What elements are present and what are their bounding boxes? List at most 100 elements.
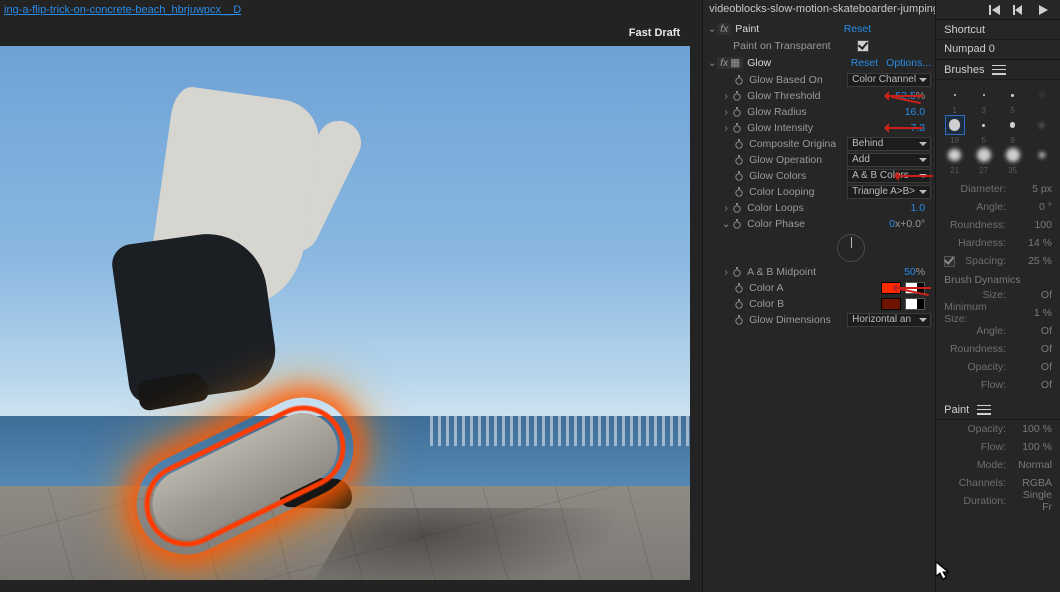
stopwatch-icon[interactable] — [733, 170, 745, 182]
ab-midpoint-value[interactable]: 50% — [904, 266, 931, 278]
brushes-header[interactable]: Brushes — [936, 60, 1060, 80]
prev-frame-button[interactable] — [1012, 3, 1026, 17]
twirl-right-icon[interactable]: › — [721, 202, 731, 214]
color-phase-value[interactable]: 0x+0.0° — [889, 218, 931, 230]
brush-preset[interactable] — [975, 86, 993, 104]
prop-label: Composite Origina — [749, 138, 836, 150]
fx-enable-badge[interactable]: fx▦ — [717, 57, 743, 69]
prop-label: Glow Threshold — [747, 90, 820, 102]
color-looping-select[interactable]: Triangle A>B> — [847, 185, 931, 199]
twirl-down-icon[interactable]: ⌄ — [707, 57, 717, 69]
color-loops-value[interactable]: 1.0 — [911, 202, 932, 214]
stopwatch-icon[interactable] — [733, 282, 745, 294]
stopwatch-icon[interactable] — [733, 74, 745, 86]
eyedropper-icon[interactable] — [905, 298, 925, 310]
glow-operation-select[interactable]: Add — [847, 153, 931, 167]
stopwatch-icon[interactable] — [731, 266, 743, 278]
brush-preset[interactable] — [946, 86, 964, 104]
prop-label: Glow Intensity — [747, 122, 813, 134]
brush-preset[interactable] — [1004, 86, 1022, 104]
brush-preset[interactable] — [975, 116, 993, 134]
fast-draft-indicator[interactable]: Fast Draft — [629, 27, 680, 39]
composition-tab-bar: ing-a-flip-trick-on-concrete-beach_hbrju… — [0, 0, 702, 20]
brush-preset-label: 3 — [981, 106, 985, 114]
color-a-swatch[interactable] — [881, 282, 901, 294]
reset-link[interactable]: Reset — [851, 57, 878, 69]
stopwatch-icon[interactable] — [733, 154, 745, 166]
viewer-shadow — [304, 508, 636, 580]
brush-preset[interactable] — [1004, 146, 1022, 164]
composite-original-select[interactable]: Behind — [847, 137, 931, 151]
glow-colors-select[interactable]: A & B Colors — [847, 169, 931, 183]
play-button[interactable] — [1036, 3, 1050, 17]
spacing-checkbox[interactable] — [944, 256, 955, 267]
stopwatch-icon[interactable] — [733, 138, 745, 150]
twirl-down-icon[interactable]: ⌄ — [707, 23, 717, 35]
color-looping-row: Color Looping Triangle A>B> — [707, 184, 931, 200]
twirl-right-icon[interactable]: › — [721, 106, 731, 118]
shortcut-value[interactable]: Numpad 0 — [936, 40, 1060, 60]
color-loops-row: › Color Loops 1.0 — [707, 200, 931, 216]
stopwatch-icon[interactable] — [733, 298, 745, 310]
reset-link[interactable]: Reset — [844, 23, 931, 35]
prop-label: A & B Midpoint — [747, 266, 816, 278]
color-a-row: Color A — [707, 280, 931, 296]
glow-based-on-row: Glow Based On Color Channel — [707, 72, 931, 88]
effect-controls-tab[interactable]: videoblocks-slow-motion-skateboarder-jum… — [703, 0, 935, 20]
brush-preset[interactable] — [1033, 116, 1051, 134]
prop-label: Color B — [749, 298, 784, 310]
paint-on-transparent-row: Paint on Transparent — [707, 38, 931, 54]
panel-title: Paint — [944, 404, 969, 416]
stopwatch-icon[interactable] — [733, 186, 745, 198]
twirl-right-icon[interactable]: › — [721, 266, 731, 278]
brush-preset[interactable] — [975, 146, 993, 164]
paint-on-transparent-checkbox[interactable] — [857, 40, 869, 52]
glow-radius-value[interactable]: 16.0 — [905, 106, 931, 118]
glow-dimensions-select[interactable]: Horizontal an — [847, 313, 931, 327]
brush-preset[interactable] — [1033, 86, 1051, 104]
stopwatch-icon[interactable] — [733, 314, 745, 326]
brush-preset-label: 21 — [950, 166, 959, 174]
panel-menu-icon[interactable] — [977, 405, 991, 415]
brush-preset-label: 5 — [1010, 106, 1014, 114]
composition-viewer[interactable] — [0, 46, 690, 580]
brush-preset[interactable] — [946, 146, 964, 164]
stopwatch-icon[interactable] — [731, 218, 743, 230]
brush-preset[interactable] — [946, 116, 964, 134]
prop-label: Glow Radius — [747, 106, 807, 118]
brush-preset[interactable] — [1004, 116, 1022, 134]
color-phase-row: ⌄ Color Phase 0x+0.0° — [707, 216, 931, 232]
brush-preset[interactable] — [1033, 146, 1051, 164]
glow-radius-row: › Glow Radius 16.0 — [707, 104, 931, 120]
color-phase-dial[interactable] — [837, 234, 865, 262]
brush-preset-label: 27 — [979, 166, 988, 174]
stopwatch-icon[interactable] — [731, 106, 743, 118]
brush-hardness: Hardness:14 % — [936, 234, 1060, 252]
brush-spacing: Spacing:25 % — [936, 252, 1060, 270]
twirl-down-icon[interactable]: ⌄ — [721, 218, 731, 230]
brush-preset-grid: 1351959212735 — [936, 80, 1060, 180]
effect-glow-header[interactable]: ⌄ fx▦ Glow Reset Options... — [707, 54, 931, 72]
prop-label: Glow Based On — [749, 74, 823, 86]
effect-paint-header[interactable]: ⌄ fx Paint Reset — [707, 20, 931, 38]
dyn-angle: Angle:Of — [936, 322, 1060, 340]
eyedropper-icon[interactable] — [905, 282, 925, 294]
panel-menu-icon[interactable] — [992, 65, 1006, 75]
paint-mode: Mode:Normal — [936, 456, 1060, 474]
paint-duration: Duration:Single Fr — [936, 492, 1060, 510]
glow-based-on-select[interactable]: Color Channel — [847, 73, 931, 87]
color-b-swatch[interactable] — [881, 298, 901, 310]
fx-enable-badge[interactable]: fx — [717, 23, 731, 35]
options-link[interactable]: Options... — [886, 57, 931, 69]
twirl-right-icon[interactable]: › — [721, 122, 731, 134]
first-frame-button[interactable] — [988, 3, 1002, 17]
glow-threshold-value[interactable]: 52.5% — [895, 90, 931, 102]
glow-intensity-value[interactable]: 7.3 — [911, 122, 932, 134]
brush-diameter: Diameter:5 px — [936, 180, 1060, 198]
composition-tab[interactable]: ing-a-flip-trick-on-concrete-beach_hbrju… — [4, 4, 241, 16]
twirl-right-icon[interactable]: › — [721, 90, 731, 102]
stopwatch-icon[interactable] — [731, 122, 743, 134]
stopwatch-icon[interactable] — [731, 90, 743, 102]
stopwatch-icon[interactable] — [731, 202, 743, 214]
paint-panel-header[interactable]: Paint — [936, 400, 1060, 420]
